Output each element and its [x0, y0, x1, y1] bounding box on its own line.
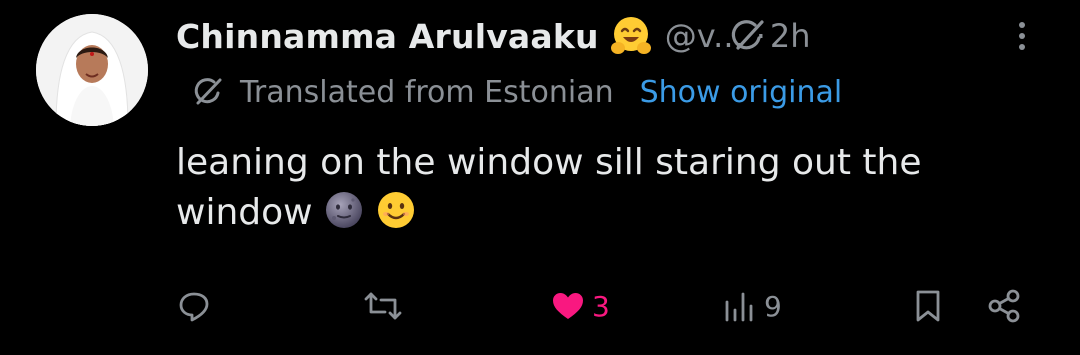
post-header: Chinnamma Arulvaaku @v... · 2h: [176, 10, 811, 62]
more-icon[interactable]: [1012, 16, 1032, 56]
views-button[interactable]: 9: [722, 280, 782, 332]
new-moon-face-emoji-icon: [324, 190, 364, 230]
avatar[interactable]: [36, 14, 148, 126]
author-name[interactable]: Chinnamma Arulvaaku: [176, 17, 599, 56]
reply-button[interactable]: [176, 280, 218, 332]
translated-label: Translated from Estonian: [240, 74, 614, 110]
repost-icon: [364, 292, 402, 320]
repost-button[interactable]: [363, 280, 409, 332]
action-bar: 3 9: [0, 280, 1080, 332]
share-icon: [988, 289, 1020, 323]
translation-notice: Translated from Estonian Show original: [190, 70, 842, 114]
post-text-content: leaning on the window sill staring out t…: [176, 142, 922, 233]
views-count: 9: [764, 289, 782, 323]
smiling-face-emoji-icon: [376, 190, 416, 230]
views-icon: [725, 292, 753, 322]
like-count: 3: [592, 289, 610, 323]
reply-icon: [179, 292, 209, 322]
bookmark-icon: [916, 290, 940, 322]
hugging-face-emoji-icon: [609, 14, 653, 58]
share-button[interactable]: [986, 280, 1022, 332]
like-button[interactable]: 3: [550, 280, 610, 332]
bookmark-button[interactable]: [910, 280, 946, 332]
post-text: leaning on the window sill staring out t…: [176, 138, 1036, 238]
translate-icon: [194, 78, 222, 105]
post-time[interactable]: 2h: [770, 17, 811, 55]
avatar-image: [36, 14, 148, 126]
like-icon: [553, 293, 583, 319]
grok-icon[interactable]: [728, 16, 768, 56]
show-original-link[interactable]: Show original: [640, 75, 843, 110]
